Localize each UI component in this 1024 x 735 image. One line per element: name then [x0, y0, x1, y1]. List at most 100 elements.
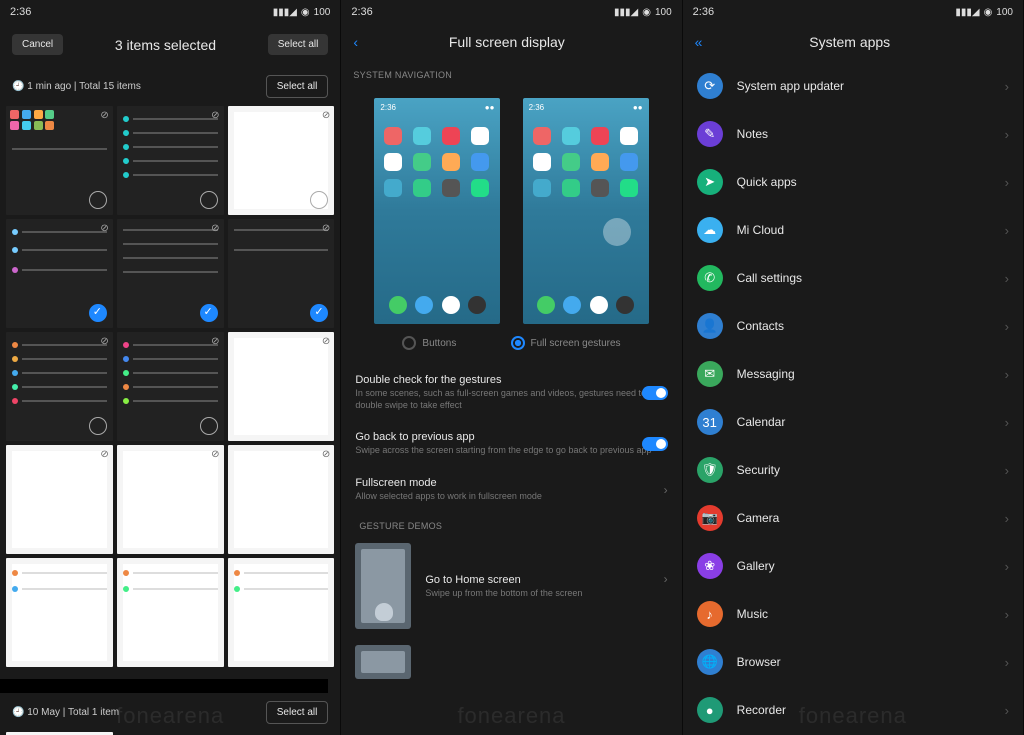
toggle-on-icon[interactable]	[642, 437, 668, 451]
radio-icon	[511, 336, 525, 350]
cloud-off-icon: ⊘	[100, 449, 108, 460]
screenshot-thumb[interactable]: ⊘	[117, 106, 224, 215]
wifi-icon: ◉	[642, 7, 651, 18]
battery-icon: 100	[655, 7, 672, 18]
setting-fullscreen-mode[interactable]: Fullscreen mode Allow selected apps to w…	[341, 467, 681, 513]
check-circle-selected[interactable]	[200, 304, 218, 322]
screenshot-thumb[interactable]	[6, 558, 113, 667]
chevron-right-icon: ›	[1005, 223, 1009, 238]
app-item-call-settings[interactable]: ✆ Call settings ›	[683, 254, 1023, 302]
app-icon: ➤	[697, 169, 723, 195]
app-item-music[interactable]: ♪Music›	[683, 590, 1023, 638]
chevron-right-icon: ›	[1005, 655, 1009, 670]
cloud-off-icon: ⊘	[211, 449, 219, 460]
chevron-right-icon: ›	[1005, 511, 1009, 526]
app-item-camera[interactable]: 📷Camera›	[683, 494, 1023, 542]
app-label: Security	[737, 463, 780, 477]
screenshot-thumb[interactable]: ⊘	[117, 445, 224, 554]
app-item-messaging[interactable]: ✉Messaging›	[683, 350, 1023, 398]
app-label: Calendar	[737, 415, 786, 429]
app-icon: ✆	[697, 265, 723, 291]
app-label: Recorder	[737, 703, 786, 717]
group-select-all-button[interactable]: Select all	[266, 701, 329, 724]
chevron-right-icon: ›	[1005, 559, 1009, 574]
cloud-off-icon: ⊘	[322, 449, 330, 460]
preview-buttons[interactable]: 2:36●●	[374, 98, 500, 324]
check-circle-selected[interactable]	[310, 304, 328, 322]
app-item-quick-apps[interactable]: ➤Quick apps›	[683, 158, 1023, 206]
cloud-off-icon: ⊘	[322, 223, 330, 234]
screenshot-thumb[interactable]: ⊘	[228, 219, 335, 328]
setting-double-check-gestures[interactable]: Double check for the gestures In some sc…	[341, 364, 681, 421]
radio-gestures-option[interactable]: Full screen gestures	[511, 336, 621, 350]
check-circle[interactable]	[89, 417, 107, 435]
system-apps-list[interactable]: ⟳System app updater›✎Notes›➤Quick apps›☁…	[683, 62, 1023, 735]
app-label: Browser	[737, 655, 781, 669]
screenshot-thumb[interactable]: ⊘	[6, 106, 113, 215]
app-item-calendar[interactable]: 31Calendar›	[683, 398, 1023, 446]
phone-gallery-select: 2:36 ▮▮▮◢ ◉ 100 Cancel 3 items selected …	[0, 0, 341, 735]
app-item-contacts[interactable]: 👤Contacts›	[683, 302, 1023, 350]
app-label: Quick apps	[737, 175, 797, 189]
back-button[interactable]: ‹	[353, 34, 358, 50]
demo-go-home[interactable]: Go to Home screen Swipe up from the bott…	[341, 535, 681, 637]
toggle-on-icon[interactable]	[642, 386, 668, 400]
app-label: Mi Cloud	[737, 223, 784, 237]
app-label: Call settings	[737, 271, 802, 285]
status-bar: 2:36 ▮▮▮◢ ◉ 100	[341, 0, 681, 22]
app-item-system-app-updater[interactable]: ⟳System app updater›	[683, 62, 1023, 110]
app-icon: ●	[697, 697, 723, 723]
cancel-button[interactable]: Cancel	[12, 34, 63, 55]
select-all-button[interactable]: Select all	[268, 34, 329, 55]
demo-item-partial[interactable]	[341, 637, 681, 679]
screenshot-thumb[interactable]	[228, 558, 335, 667]
screenshot-thumb[interactable]: ⊘	[228, 106, 335, 215]
app-label: Gallery	[737, 559, 775, 573]
screenshot-thumb[interactable]: ⊘	[228, 445, 335, 554]
status-time: 2:36	[693, 6, 714, 18]
app-item-gallery[interactable]: ❀ Gallery ›	[683, 542, 1023, 590]
screenshot-thumb[interactable]: ⊘	[6, 445, 113, 554]
thumbnail-grid: ⊘ ⊘ ⊘ ⊘	[0, 106, 340, 667]
cloud-off-icon: ⊘	[100, 336, 108, 347]
app-item-security[interactable]: 🛡Security›	[683, 446, 1023, 494]
back-button[interactable]: «	[695, 34, 703, 50]
nav-preview-row: 2:36●● 2:36●●	[341, 84, 681, 332]
gallery-scroll[interactable]: 🕘 1 min ago | Total 15 items Select all …	[0, 67, 340, 735]
screenshot-thumb[interactable]: ⊘	[6, 219, 113, 328]
check-circle[interactable]	[200, 417, 218, 435]
nav-radio-row: Buttons Full screen gestures	[341, 332, 681, 364]
cloud-off-icon: ⊘	[211, 336, 219, 347]
screenshot-thumb[interactable]: ⊘	[228, 332, 335, 441]
signal-icon: ▮▮▮◢	[955, 7, 979, 18]
radio-buttons-option[interactable]: Buttons	[402, 336, 456, 350]
screenshot-thumb[interactable]: ⊘	[6, 332, 113, 441]
cloud-off-icon: ⊘	[322, 336, 330, 347]
app-item-recorder[interactable]: ●Recorder›	[683, 686, 1023, 734]
phone-system-apps: 2:36 ▮▮▮◢ ◉ 100 « System apps ⟳System ap…	[683, 0, 1024, 735]
app-label: Contacts	[737, 319, 784, 333]
check-circle[interactable]	[200, 191, 218, 209]
app-icon: ⟳	[697, 73, 723, 99]
status-icons: ▮▮▮◢ ◉ 100	[614, 7, 672, 18]
app-icon: 31	[697, 409, 723, 435]
screenshot-thumb[interactable]: ⊘	[117, 332, 224, 441]
battery-icon: 100	[314, 7, 331, 18]
check-circle-selected[interactable]	[89, 304, 107, 322]
chevron-right-icon: ›	[1005, 271, 1009, 286]
app-item-mi-cloud[interactable]: ☁ Mi Cloud ›	[683, 206, 1023, 254]
setting-go-back-previous-app[interactable]: Go back to previous app Swipe across the…	[341, 421, 681, 467]
cloud-off-icon: ⊘	[100, 110, 108, 121]
page-titlebar: ‹ Full screen display	[341, 22, 681, 62]
preview-gestures[interactable]: 2:36●●	[523, 98, 649, 324]
group-select-all-button[interactable]: Select all	[266, 75, 329, 98]
app-icon: 📷	[697, 505, 723, 531]
app-icon: ☁	[697, 217, 723, 243]
app-icon: ❀	[697, 553, 723, 579]
app-item-notes[interactable]: ✎Notes›	[683, 110, 1023, 158]
screenshot-thumb[interactable]: ⊘	[117, 219, 224, 328]
screenshot-thumb[interactable]	[117, 558, 224, 667]
app-item-browser[interactable]: 🌐Browser›	[683, 638, 1023, 686]
signal-icon: ▮▮▮◢	[273, 7, 297, 18]
check-circle[interactable]	[89, 191, 107, 209]
